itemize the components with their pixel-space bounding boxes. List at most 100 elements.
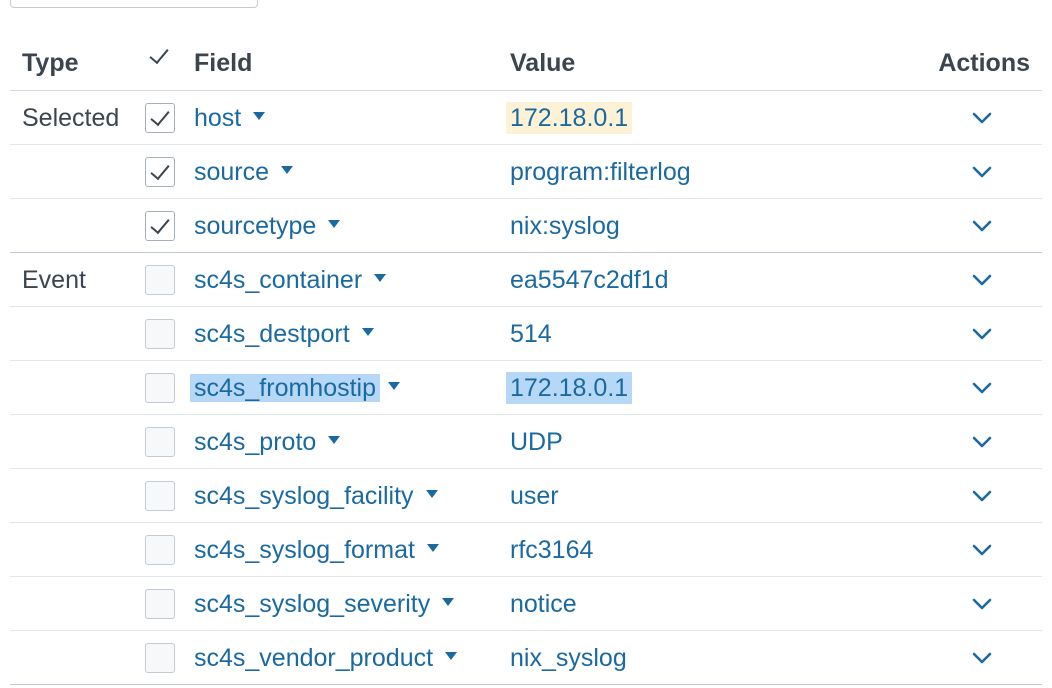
table-row: Event sc4s_container ea5547c2df1d — [10, 253, 1042, 307]
table-row: sc4s_vendor_product nix_syslog — [10, 631, 1042, 685]
chevron-down-icon[interactable] — [970, 109, 994, 127]
chevron-down-icon[interactable] — [970, 649, 994, 667]
row-checkbox[interactable] — [145, 319, 175, 349]
field-value-text: 172.18.0.1 — [506, 372, 633, 404]
row-checkbox[interactable] — [145, 481, 175, 511]
chevron-down-icon[interactable] — [970, 163, 994, 181]
field-value-text: rfc3164 — [510, 536, 594, 564]
row-type: Selected — [22, 104, 120, 132]
header-value: Value — [510, 49, 576, 77]
field-value[interactable]: UDP — [510, 426, 567, 458]
field-name: source — [194, 158, 270, 186]
checkmark-icon — [150, 213, 170, 235]
field-name-link[interactable]: host — [194, 102, 266, 134]
chevron-down-icon[interactable] — [970, 325, 994, 343]
field-name-link[interactable]: sc4s_destport — [194, 318, 374, 350]
table-row: Selected host 172.18.0.1 — [10, 91, 1042, 145]
field-value-text: 514 — [510, 320, 552, 348]
row-checkbox[interactable] — [145, 589, 175, 619]
select-all-checkbox[interactable] — [145, 42, 175, 72]
field-value[interactable]: user — [510, 480, 563, 512]
table-row: sc4s_proto UDP — [10, 415, 1042, 469]
field-name: sc4s_syslog_format — [194, 536, 415, 564]
row-checkbox[interactable] — [145, 157, 175, 187]
field-name-link[interactable]: sourcetype — [194, 210, 341, 242]
caret-down-icon[interactable] — [445, 652, 458, 661]
caret-down-icon[interactable] — [361, 328, 374, 337]
field-value[interactable]: nix_syslog — [510, 642, 631, 674]
field-name-link[interactable]: sc4s_fromhostip — [190, 372, 401, 404]
header-field: Field — [194, 49, 253, 77]
caret-down-icon[interactable] — [388, 382, 401, 391]
field-value[interactable]: rfc3164 — [510, 534, 597, 566]
chevron-down-icon[interactable] — [970, 487, 994, 505]
top-control-partial[interactable] — [10, 0, 258, 8]
table-row: sc4s_syslog_severity notice — [10, 577, 1042, 631]
caret-down-icon[interactable] — [328, 220, 341, 229]
chevron-down-icon[interactable] — [970, 541, 994, 559]
table-row: source program:filterlog — [10, 145, 1042, 199]
field-value-text: 172.18.0.1 — [506, 102, 633, 134]
row-type: Event — [22, 266, 86, 294]
row-checkbox[interactable] — [145, 643, 175, 673]
table-row: sc4s_syslog_format rfc3164 — [10, 523, 1042, 577]
field-value-text: notice — [510, 590, 577, 618]
chevron-down-icon[interactable] — [970, 379, 994, 397]
caret-down-icon[interactable] — [425, 490, 438, 499]
field-value-text: ea5547c2df1d — [510, 266, 669, 294]
header-type: Type — [22, 49, 79, 77]
table-row: sc4s_destport 514 — [10, 307, 1042, 361]
field-value[interactable]: 172.18.0.1 — [506, 102, 633, 134]
field-name: host — [194, 104, 242, 132]
caret-down-icon[interactable] — [442, 598, 455, 607]
row-checkbox[interactable] — [145, 211, 175, 241]
field-value-text: UDP — [510, 428, 563, 456]
field-value[interactable]: ea5547c2df1d — [510, 264, 672, 296]
field-value[interactable]: 172.18.0.1 — [506, 372, 633, 404]
row-checkbox[interactable] — [145, 103, 175, 133]
field-value[interactable]: 514 — [510, 318, 556, 350]
row-checkbox[interactable] — [145, 535, 175, 565]
field-name: sourcetype — [194, 212, 317, 240]
field-name: sc4s_fromhostip — [190, 374, 381, 402]
table-body: Selected host 172.18.0.1 source program:filt… — [10, 91, 1042, 685]
field-name: sc4s_syslog_facility — [194, 482, 414, 510]
chevron-down-icon[interactable] — [970, 433, 994, 451]
table-row: sc4s_fromhostip 172.18.0.1 — [10, 361, 1042, 415]
chevron-down-icon[interactable] — [970, 595, 994, 613]
row-checkbox[interactable] — [145, 265, 175, 295]
table-header: Type Field Value Actions — [10, 37, 1042, 91]
field-name-link[interactable]: sc4s_container — [194, 264, 387, 296]
field-name-link[interactable]: sc4s_syslog_facility — [194, 480, 438, 512]
field-name: sc4s_container — [194, 266, 363, 294]
fields-table: Type Field Value Actions Selected host 172… — [10, 37, 1042, 685]
caret-down-icon[interactable] — [253, 112, 266, 121]
checkmark-icon — [150, 159, 170, 181]
header-actions: Actions — [938, 49, 1030, 77]
field-name-link[interactable]: sc4s_syslog_severity — [194, 588, 455, 620]
caret-down-icon[interactable] — [281, 166, 294, 175]
field-value-text: program:filterlog — [510, 158, 691, 186]
chevron-down-icon[interactable] — [970, 271, 994, 289]
table-row: sc4s_syslog_facility user — [10, 469, 1042, 523]
field-value-text: nix:syslog — [510, 212, 620, 240]
field-name: sc4s_destport — [194, 320, 350, 348]
field-name-link[interactable]: sc4s_syslog_format — [194, 534, 439, 566]
caret-down-icon[interactable] — [328, 436, 341, 445]
field-value-text: user — [510, 482, 559, 510]
field-name-link[interactable]: source — [194, 156, 294, 188]
field-value[interactable]: program:filterlog — [510, 156, 695, 188]
checkmark-icon — [150, 105, 170, 127]
field-name: sc4s_proto — [194, 428, 317, 456]
field-name-link[interactable]: sc4s_vendor_product — [194, 642, 458, 674]
checkmark-icon — [149, 43, 169, 65]
caret-down-icon[interactable] — [374, 274, 387, 283]
field-name-link[interactable]: sc4s_proto — [194, 426, 341, 458]
field-value-text: nix_syslog — [510, 644, 627, 672]
row-checkbox[interactable] — [145, 373, 175, 403]
row-checkbox[interactable] — [145, 427, 175, 457]
caret-down-icon[interactable] — [426, 544, 439, 553]
field-value[interactable]: nix:syslog — [510, 210, 624, 242]
chevron-down-icon[interactable] — [970, 217, 994, 235]
field-value[interactable]: notice — [510, 588, 581, 620]
